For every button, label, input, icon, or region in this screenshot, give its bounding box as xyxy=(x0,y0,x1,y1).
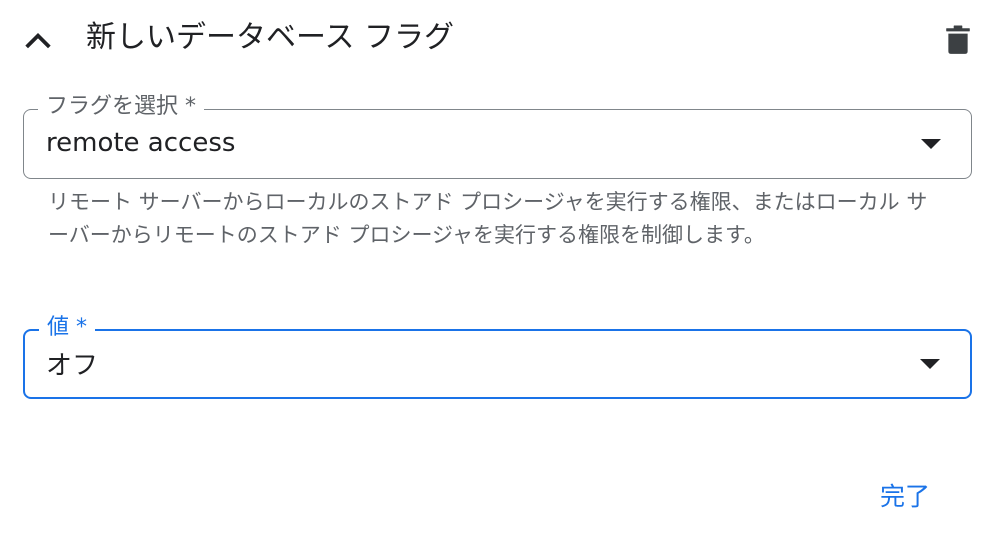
flag-description: リモート サーバーからローカルのストアド プロシージャを実行する権限、またはロー… xyxy=(48,190,928,247)
collapse-button[interactable] xyxy=(16,18,60,62)
done-button[interactable]: 完了 xyxy=(862,470,948,520)
page-title: 新しいデータベース フラグ xyxy=(86,20,455,55)
value-select-value: オフ xyxy=(46,351,99,381)
value-select[interactable]: 値 * オフ xyxy=(23,314,972,399)
chevron-up-icon xyxy=(25,32,51,49)
dropdown-arrow-icon xyxy=(920,359,940,369)
flag-select-value: remote access xyxy=(46,128,236,158)
trash-icon xyxy=(946,25,970,54)
flag-header: 新しいデータベース フラグ xyxy=(0,0,994,80)
flag-select[interactable]: フラグを選択 * remote access xyxy=(23,93,972,179)
delete-button[interactable] xyxy=(936,18,980,62)
dropdown-arrow-icon xyxy=(921,139,941,149)
